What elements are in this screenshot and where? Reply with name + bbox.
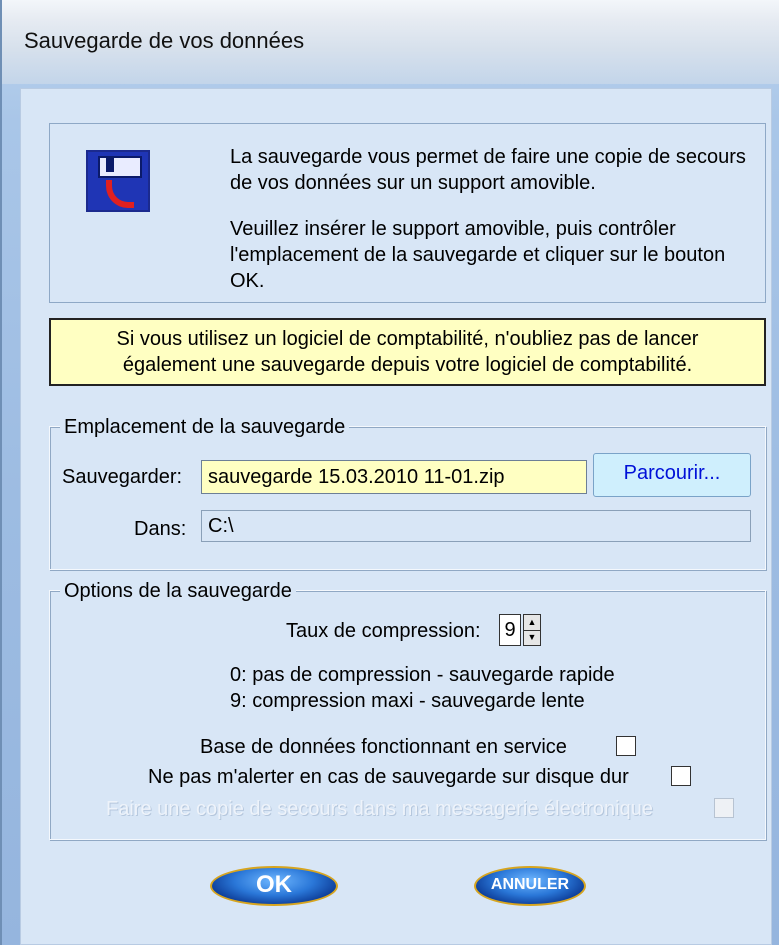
compression-stepper[interactable]: 9 ▲ ▼ [499, 614, 543, 646]
accounting-warning: Si vous utilisez un logiciel de comptabi… [49, 318, 766, 386]
stepper-up-icon[interactable]: ▲ [524, 615, 540, 631]
stepper-down-icon[interactable]: ▼ [524, 630, 540, 645]
stepper-arrows[interactable]: ▲ ▼ [523, 614, 541, 646]
location-legend: Emplacement de la sauvegarde [60, 416, 350, 439]
email-copy-label: Faire une copie de secours dans ma messa… [106, 798, 653, 820]
backup-filename-input[interactable] [201, 460, 587, 494]
warning-line-1: Si vous utilisez un logiciel de comptabi… [116, 328, 699, 350]
info-text: La sauvegarde vous permet de faire une c… [230, 144, 750, 314]
compression-hint-0: 0: pas de compression - sauvegarde rapid… [230, 664, 615, 686]
location-group [49, 426, 766, 570]
browse-button[interactable]: Parcourir... [593, 453, 751, 497]
info-paragraph-2: Veuillez insérer le support amovible, pu… [230, 218, 726, 292]
compression-value[interactable]: 9 [499, 614, 521, 646]
info-paragraph-1: La sauvegarde vous permet de faire une c… [230, 146, 746, 194]
title-bar[interactable]: Sauvegarde de vos données [2, 0, 779, 84]
warning-line-2: également une sauvegarde depuis votre lo… [122, 354, 693, 376]
compression-label: Taux de compression: [286, 620, 481, 642]
backup-dialog-window: Sauvegarde de vos données La sauvegarde … [0, 0, 779, 945]
save-as-label: Sauvegarder: [62, 466, 183, 488]
options-legend: Options de la sauvegarde [60, 580, 296, 603]
no-alert-label: Ne pas m'alerter en cas de sauvegarde su… [148, 766, 629, 788]
email-copy-checkbox [714, 798, 734, 818]
ok-button[interactable]: OK [210, 866, 338, 906]
destination-label: Dans: [134, 518, 187, 540]
compression-hint-9: 9: compression maxi - sauvegarde lente [230, 690, 585, 712]
destination-path-field [201, 510, 751, 542]
window-title: Sauvegarde de vos données [24, 28, 305, 53]
no-alert-checkbox[interactable] [671, 766, 691, 786]
service-label: Base de données fonctionnant en service [200, 736, 567, 758]
service-checkbox[interactable] [616, 736, 636, 756]
floppy-disk-save-icon [86, 150, 150, 212]
cancel-button[interactable]: ANNULER [474, 866, 586, 906]
